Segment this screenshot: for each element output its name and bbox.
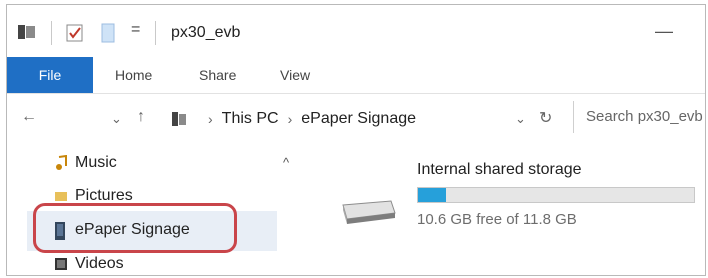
address-dropdown-icon[interactable]: ⌄ (515, 111, 526, 127)
title-bar: = px30_evb — (7, 5, 705, 57)
folder-icon[interactable] (17, 23, 37, 41)
window-title: px30_evb (171, 24, 241, 41)
breadcrumb-separator-icon: › (208, 111, 213, 127)
breadcrumb: › This PC › ePaper Signage (171, 106, 416, 132)
minimize-button[interactable]: — (655, 21, 673, 42)
ribbon-tabs: File Home Share View (7, 57, 705, 94)
refresh-icon[interactable]: ↻ (539, 108, 552, 128)
collapse-pane-icon[interactable]: ^ (283, 155, 289, 170)
breadcrumb-this-pc[interactable]: This PC (222, 110, 279, 128)
storage-usage-fill (418, 188, 447, 202)
titlebar-separator (51, 21, 52, 45)
pictures-icon (55, 188, 67, 204)
tab-share[interactable]: Share (199, 57, 236, 93)
up-icon[interactable]: ↑ (137, 108, 145, 126)
sidebar-item-label: Videos (75, 255, 124, 272)
videos-icon (55, 256, 67, 272)
drive-icon (339, 199, 397, 225)
explorer-window: = px30_evb — File Home Share View ← ⌄ ↑ … (6, 4, 706, 276)
back-icon[interactable]: ← (21, 108, 37, 126)
storage-name: Internal shared storage (417, 161, 582, 178)
breadcrumb-separator-icon: › (287, 111, 293, 127)
address-row: ← ⌄ ↑ › This PC › ePaper Signage ⌄ ↻ Sea… (7, 98, 705, 138)
tab-view[interactable]: View (280, 57, 310, 93)
tab-file[interactable]: File (7, 57, 93, 93)
tab-home[interactable]: Home (115, 57, 152, 93)
recent-locations-icon[interactable]: ⌄ (111, 111, 122, 127)
sidebar-item-videos[interactable]: Videos (55, 252, 124, 275)
storage-usage-bar (417, 187, 695, 203)
music-icon (55, 154, 67, 171)
customize-dropdown-icon[interactable]: = (131, 21, 140, 39)
properties-icon[interactable] (65, 23, 85, 43)
this-pc-icon (171, 110, 187, 128)
sidebar-item-label: Music (75, 154, 117, 171)
search-input[interactable]: Search px30_evb (573, 101, 705, 133)
titlebar-separator (155, 21, 156, 45)
sidebar-item-music[interactable]: Music (55, 151, 117, 175)
navigation-pane: Music Pictures ePaper Signage Videos (7, 141, 293, 275)
storage-item[interactable]: Internal shared storage 10.6 GB free of … (329, 155, 705, 255)
new-folder-icon[interactable] (101, 23, 115, 43)
storage-free-text: 10.6 GB free of 11.8 GB (417, 211, 577, 228)
breadcrumb-epaper-signage[interactable]: ePaper Signage (301, 110, 416, 128)
highlight-annotation (33, 203, 237, 253)
